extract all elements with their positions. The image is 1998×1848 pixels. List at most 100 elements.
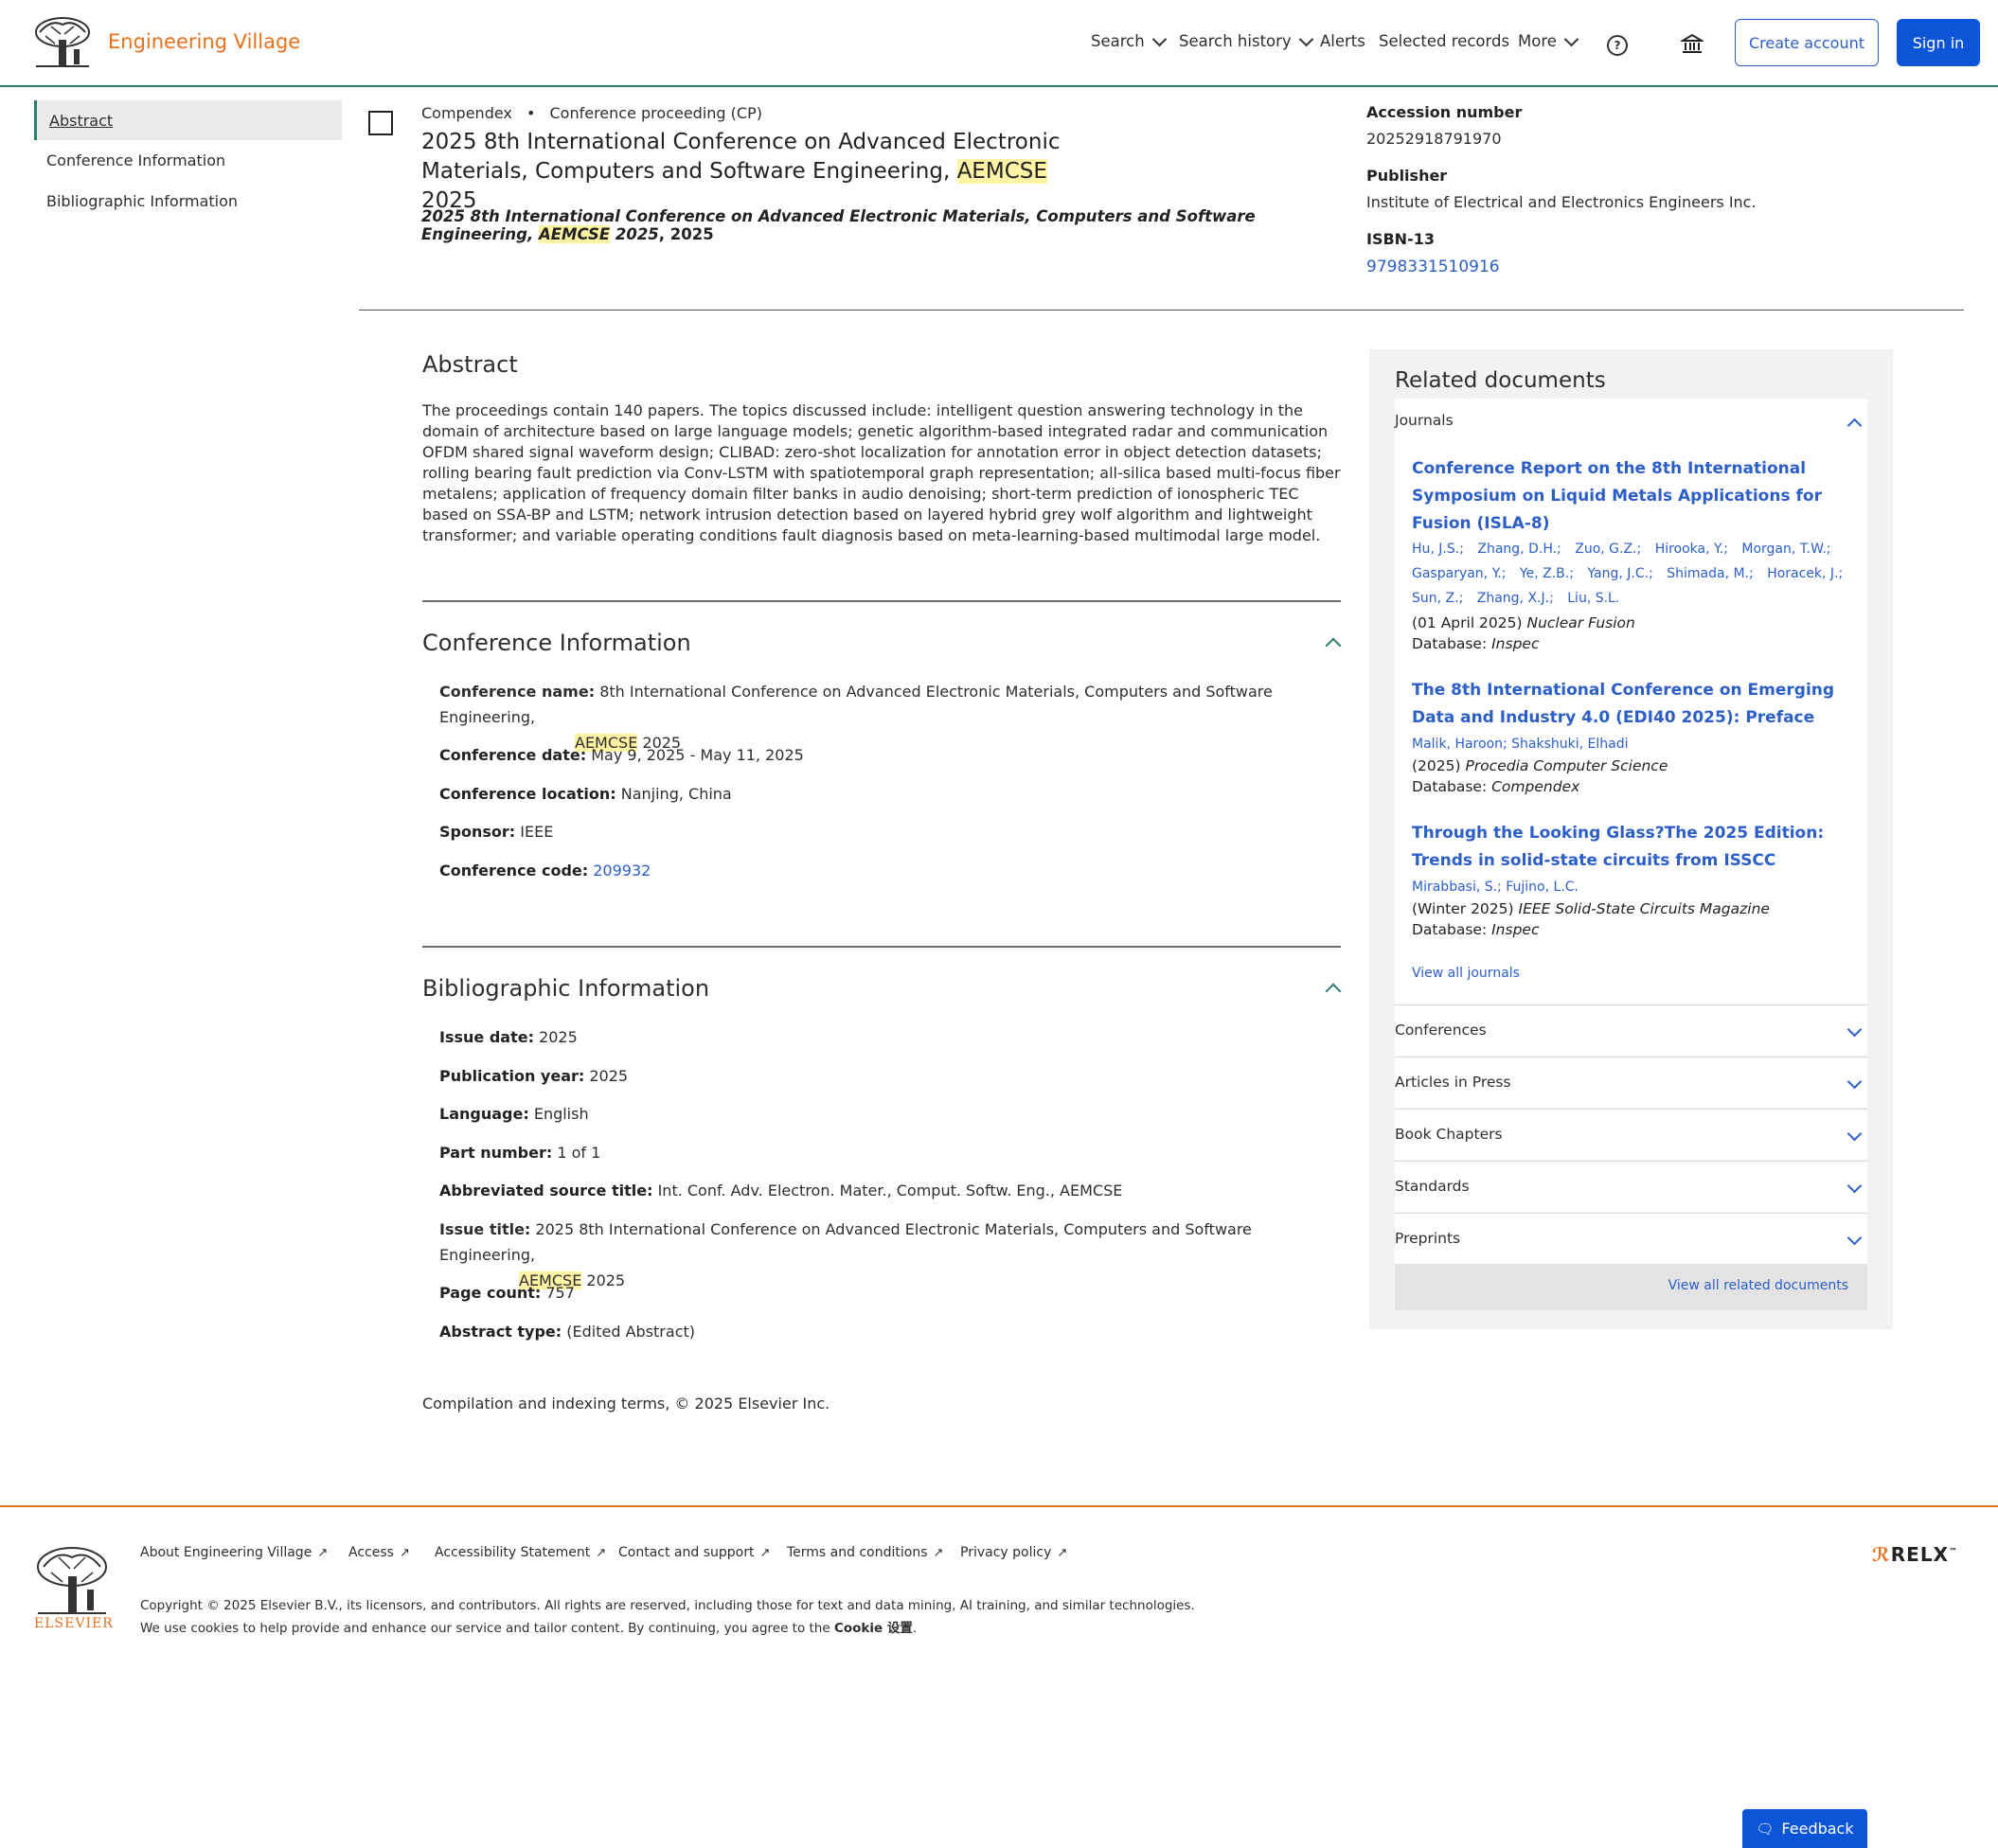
- left-nav-bibliographic-information[interactable]: Bibliographic Information: [34, 181, 342, 221]
- sign-in-button[interactable]: Sign in: [1897, 19, 1980, 66]
- database-name: Compendex: [1491, 778, 1580, 795]
- external-link-icon: ↗: [759, 1546, 771, 1560]
- accordion-label: Preprints: [1395, 1230, 1461, 1247]
- feedback-label: Feedback: [1781, 1820, 1854, 1838]
- brand-name[interactable]: Engineering Village: [108, 30, 300, 53]
- pub-date: (2025): [1412, 757, 1466, 774]
- author-link[interactable]: Yang, J.C.;: [1587, 566, 1652, 581]
- view-all-journals-link[interactable]: View all journals: [1412, 966, 1520, 981]
- title-highlight: AEMCSE: [956, 159, 1047, 184]
- author-link[interactable]: Hirooka, Y.;: [1655, 542, 1728, 557]
- field-label: Issue title:: [439, 1220, 531, 1238]
- chevron-up-icon[interactable]: [1846, 418, 1863, 434]
- source-year: , 2025: [658, 225, 714, 243]
- field-value: English: [533, 1105, 589, 1123]
- publisher-label: Publisher: [1366, 167, 1448, 185]
- relx-mark-icon: ℛ: [1872, 1543, 1891, 1566]
- author-link[interactable]: Gasparyan, Y.;: [1412, 566, 1506, 581]
- document-source-title: 2025 8th International Conference on Adv…: [421, 207, 1349, 243]
- field-value: 757: [545, 1284, 575, 1302]
- left-nav-conference-information[interactable]: Conference Information: [34, 140, 342, 180]
- author-link[interactable]: Liu, S.L.: [1567, 591, 1619, 606]
- author-link[interactable]: Ye, Z.B.;: [1520, 566, 1574, 581]
- institution-icon[interactable]: [1681, 32, 1704, 55]
- footer-link-label: Terms and conditions: [787, 1545, 928, 1560]
- nav-search[interactable]: Search: [1091, 31, 1167, 50]
- elsevier-tree-logo-icon[interactable]: [32, 15, 93, 68]
- create-account-button[interactable]: Create account: [1735, 19, 1879, 66]
- field-label: Issue date:: [439, 1028, 534, 1046]
- accordion-articles-in-press[interactable]: Articles in Press: [1395, 1057, 1867, 1108]
- copyright-text: Copyright © 2025 Elsevier B.V., its lice…: [140, 1598, 1195, 1613]
- field-value: 1 of 1: [557, 1144, 601, 1162]
- footer-link-label: Privacy policy: [960, 1545, 1052, 1560]
- related-journal-title[interactable]: The 8th International Conference on Emer…: [1412, 677, 1857, 732]
- author-link[interactable]: Malik, Haroon; Shakshuki, Elhadi: [1412, 737, 1629, 752]
- field-value: Int. Conf. Adv. Electron. Mater., Comput…: [657, 1182, 1123, 1199]
- field-label: Publication year:: [439, 1067, 585, 1085]
- author-link[interactable]: Hu, J.S.;: [1412, 542, 1464, 557]
- dot-separator: •: [526, 104, 536, 122]
- nav-alerts[interactable]: Alerts: [1320, 32, 1365, 50]
- external-link-icon: ↗: [1057, 1546, 1068, 1560]
- author-link[interactable]: Zuo, G.Z.;: [1575, 542, 1641, 557]
- chevron-down-icon: [1846, 1178, 1863, 1194]
- external-link-icon: ↗: [317, 1546, 329, 1560]
- field-label: Abstract type:: [439, 1323, 562, 1341]
- footer-link-accessibility[interactable]: Accessibility Statement ↗: [435, 1545, 606, 1560]
- cookie-settings-link[interactable]: Cookie 设置: [834, 1621, 913, 1636]
- relx-logo[interactable]: ℛRELX™: [1872, 1543, 1958, 1566]
- field-label: Conference name:: [439, 683, 596, 701]
- conference-code-field: Conference code: 209932: [439, 858, 651, 883]
- author-link[interactable]: Zhang, D.H.;: [1477, 542, 1561, 557]
- field-value: IEEE: [520, 823, 554, 841]
- nav-selected-records-label: Selected records: [1379, 32, 1510, 50]
- view-all-related-link[interactable]: View all related documents: [1668, 1278, 1848, 1293]
- divider: [422, 600, 1341, 602]
- field-label: Sponsor:: [439, 823, 516, 841]
- cookie-text: We use cookies to help provide and enhan…: [140, 1621, 834, 1636]
- conference-code-link[interactable]: 209932: [593, 862, 651, 880]
- related-journal-title[interactable]: Through the Looking Glass?The 2025 Editi…: [1412, 820, 1857, 875]
- chevron-up-icon[interactable]: [1325, 983, 1342, 1000]
- author-link[interactable]: Sun, Z.;: [1412, 591, 1463, 606]
- field-value: May 9, 2025 - May 11, 2025: [591, 746, 804, 764]
- footer-link-terms[interactable]: Terms and conditions ↗: [787, 1545, 943, 1560]
- elsevier-logo-icon[interactable]: [34, 1544, 110, 1616]
- help-icon[interactable]: ?: [1607, 35, 1628, 56]
- accordion-standards[interactable]: Standards: [1395, 1161, 1867, 1212]
- issue-date-field: Issue date: 2025: [439, 1024, 578, 1050]
- select-record-checkbox[interactable]: [368, 111, 393, 135]
- publisher-value: Institute of Electrical and Electronics …: [1366, 193, 1757, 211]
- view-all-related-documents: View all related documents: [1395, 1264, 1867, 1310]
- footer-link-label: About Engineering Village: [140, 1545, 312, 1560]
- footer-link-access[interactable]: Access ↗: [348, 1545, 410, 1560]
- chevron-up-icon[interactable]: [1325, 637, 1342, 654]
- chevron-down-icon: [1846, 1022, 1863, 1038]
- chat-bubble-icon: 🗨: [1756, 1820, 1775, 1838]
- author-link[interactable]: Morgan, T.W.;: [1741, 542, 1830, 557]
- related-journal-source: (Winter 2025) IEEE Solid-State Circuits …: [1412, 900, 1770, 917]
- divider: [359, 310, 1964, 311]
- nav-selected-records[interactable]: Selected records: [1379, 32, 1509, 50]
- accordion-preprints[interactable]: Preprints: [1395, 1213, 1867, 1264]
- author-link[interactable]: Shimada, M.;: [1667, 566, 1753, 581]
- feedback-button[interactable]: 🗨 Feedback: [1742, 1809, 1867, 1848]
- author-link[interactable]: Zhang, X.J.;: [1477, 591, 1554, 606]
- database-name: Inspec: [1491, 635, 1540, 652]
- author-link[interactable]: Horacek, J.;: [1767, 566, 1843, 581]
- author-link[interactable]: Mirabbasi, S.; Fujino, L.C.: [1412, 880, 1579, 895]
- related-journal-title[interactable]: Conference Report on the 8th Internation…: [1412, 455, 1857, 538]
- accordion-book-chapters[interactable]: Book Chapters: [1395, 1109, 1867, 1160]
- footer-link-contact[interactable]: Contact and support ↗: [618, 1545, 770, 1560]
- isbn-link[interactable]: 9798331510916: [1366, 258, 1500, 276]
- footer-link-privacy[interactable]: Privacy policy ↗: [960, 1545, 1067, 1560]
- accordion-conferences[interactable]: Conferences: [1395, 1004, 1867, 1056]
- field-label: Conference code:: [439, 862, 589, 880]
- footer-link-about[interactable]: About Engineering Village ↗: [140, 1545, 328, 1560]
- left-nav-abstract[interactable]: Abstract: [34, 100, 342, 140]
- journals-toggle[interactable]: Journals: [1395, 412, 1454, 429]
- nav-search-history[interactable]: Search history: [1179, 31, 1313, 50]
- field-value: 2025: [539, 1028, 578, 1046]
- nav-more[interactable]: More: [1518, 31, 1579, 50]
